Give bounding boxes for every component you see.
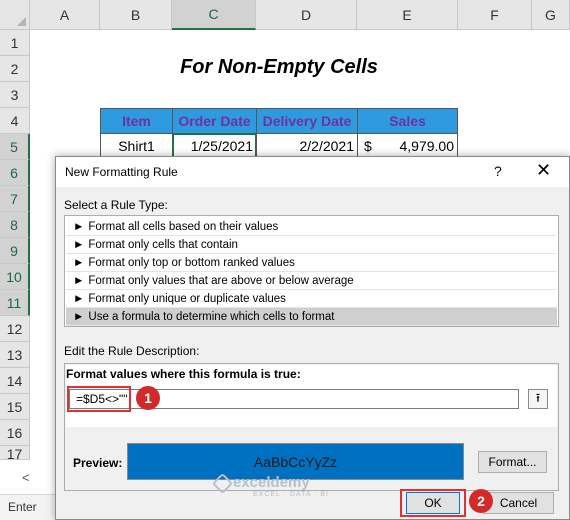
row-header-7[interactable]: 7 <box>0 186 30 212</box>
up-arrow-icon: ⭱ <box>535 390 541 405</box>
collapse-dialog-button[interactable]: ⭱ <box>528 389 548 409</box>
row-header-15[interactable]: 15 <box>0 394 30 420</box>
format-button[interactable]: Format... <box>478 451 547 473</box>
row-header-6[interactable]: 6 <box>0 160 30 186</box>
row-header-8[interactable]: 8 <box>0 212 30 238</box>
table-header-sales[interactable]: Sales <box>357 108 458 134</box>
formula-label: Format values where this formula is true… <box>66 367 301 381</box>
row-header-12[interactable]: 12 <box>0 316 30 342</box>
row-header-14[interactable]: 14 <box>0 368 30 394</box>
rule-type-item[interactable]: ► Format only cells that contain <box>66 236 557 254</box>
arrow-right-icon: ► <box>73 310 85 323</box>
dialog-title: New Formatting Rule <box>65 165 178 179</box>
watermark-tagline: EXCEL · DATA · BI <box>253 491 329 498</box>
column-header-e[interactable]: E <box>357 0 458 30</box>
row-header-2[interactable]: 2 <box>0 56 30 82</box>
edit-rule-description-label: Edit the Rule Description: <box>64 344 200 358</box>
row-header-10[interactable]: 10 <box>0 264 30 290</box>
step-badge-1: 1 <box>136 386 160 410</box>
column-header-c[interactable]: C <box>172 0 256 30</box>
column-header-f[interactable]: F <box>458 0 532 30</box>
preview-label: Preview: <box>73 456 123 470</box>
ok-highlight-box <box>400 489 466 517</box>
rule-type-item[interactable]: ► Format all cells based on their values <box>66 218 557 236</box>
row-header-13[interactable]: 13 <box>0 342 30 368</box>
row-header-1[interactable]: 1 <box>0 30 30 56</box>
rule-type-item-selected[interactable]: ► Use a formula to determine which cells … <box>66 308 557 326</box>
formula-highlight-box <box>67 386 131 412</box>
row-header-5[interactable]: 5 <box>0 134 30 160</box>
help-icon[interactable]: ? <box>494 163 502 179</box>
column-header-b[interactable]: B <box>100 0 172 30</box>
new-formatting-rule-dialog: New Formatting Rule ? ✕ Select a Rule Ty… <box>55 156 570 520</box>
arrow-right-icon: ► <box>73 274 85 287</box>
select-rule-type-label: Select a Rule Type: <box>64 198 168 212</box>
row-header-9[interactable]: 9 <box>0 238 30 264</box>
arrow-right-icon: ► <box>73 220 85 233</box>
row-header-17[interactable]: 17 <box>0 446 30 462</box>
sales-value: 4,979.00 <box>399 138 455 154</box>
dialog-titlebar[interactable]: New Formatting Rule ? ✕ <box>56 157 569 187</box>
row-header-3[interactable]: 3 <box>0 82 30 108</box>
column-header-d[interactable]: D <box>256 0 357 30</box>
table-header-item[interactable]: Item <box>100 108 173 134</box>
currency-symbol: $ <box>364 138 372 154</box>
sheet-scroll-left-icon[interactable]: < <box>22 470 30 485</box>
rule-type-item[interactable]: ► Format only top or bottom ranked values <box>66 254 557 272</box>
sheet-title: For Non-Empty Cells <box>180 56 378 78</box>
cancel-button[interactable]: Cancel <box>483 492 554 514</box>
table-header-delivery-date[interactable]: Delivery Date <box>256 108 358 134</box>
arrow-right-icon: ► <box>73 292 85 305</box>
arrow-right-icon: ► <box>73 238 85 251</box>
rule-type-item[interactable]: ► Format only unique or duplicate values <box>66 290 557 308</box>
status-mode: Enter <box>8 500 37 514</box>
rule-type-item[interactable]: ► Format only values that are above or be… <box>66 272 557 290</box>
row-header-16[interactable]: 16 <box>0 420 30 446</box>
row-header-11[interactable]: 11 <box>0 290 30 316</box>
column-header-g[interactable]: G <box>532 0 570 30</box>
select-all-corner[interactable] <box>0 0 30 30</box>
watermark-brand: exceldemy <box>233 474 310 491</box>
watermark: exceldemy EXCEL · DATA · BI <box>215 474 329 498</box>
row-header-4[interactable]: 4 <box>0 108 30 134</box>
close-icon[interactable]: ✕ <box>536 160 551 181</box>
arrow-right-icon: ► <box>73 256 85 269</box>
column-header-a[interactable]: A <box>30 0 100 30</box>
rule-type-list: ► Format all cells based on their values … <box>64 215 559 327</box>
step-badge-2: 2 <box>469 489 493 513</box>
table-header-order-date[interactable]: Order Date <box>172 108 257 134</box>
